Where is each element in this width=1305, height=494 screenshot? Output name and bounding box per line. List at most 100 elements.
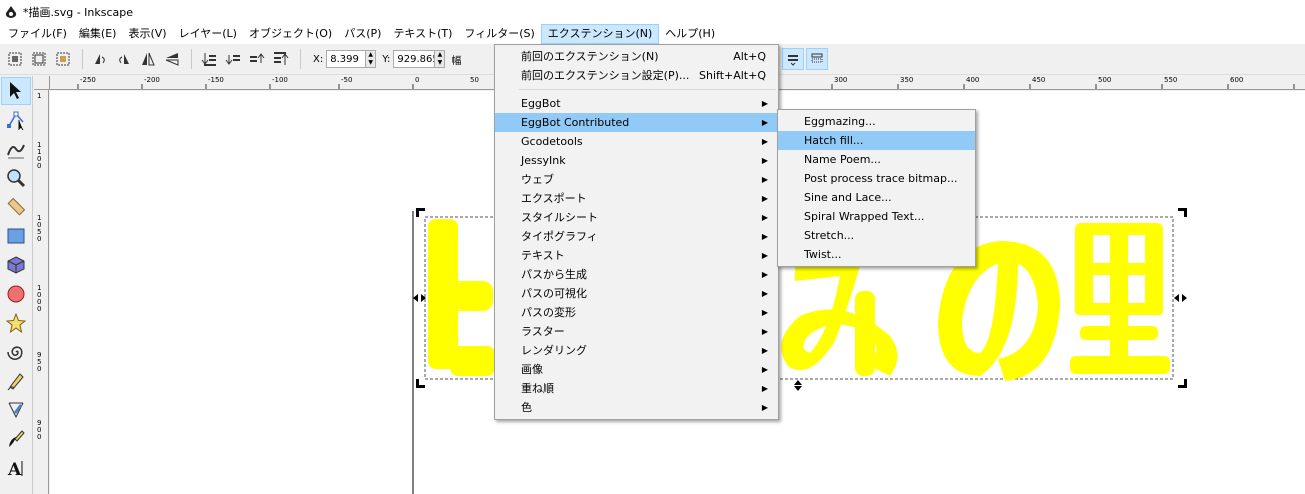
tweak-tool-icon[interactable]	[1, 135, 31, 163]
menu-item-raster[interactable]: ラスター ▶	[495, 322, 778, 341]
menu-item-modify-path[interactable]: パスの変形 ▶	[495, 303, 778, 322]
menu-item-arrange[interactable]: 重ね順 ▶	[495, 379, 778, 398]
x-spin-arrows[interactable]: ▲ ▼	[366, 50, 377, 68]
selector-tool-icon[interactable]	[1, 77, 31, 105]
ellipse-tool-icon[interactable]	[1, 280, 31, 308]
shortcut-label: Shift+Alt+Q	[699, 69, 766, 82]
star-tool-icon[interactable]	[1, 309, 31, 337]
menu-item-label: パスの変形	[521, 306, 576, 319]
menu-item-label: 前回のエクステンション(N)	[521, 50, 659, 63]
svg-text:A: A	[7, 460, 22, 478]
menu-item-visualize-path[interactable]: パスの可視化 ▶	[495, 284, 778, 303]
y-spinbox[interactable]: ▲▼	[393, 49, 446, 69]
menu-help[interactable]: ヘルプ(H)	[659, 24, 721, 44]
y-input[interactable]	[393, 50, 436, 68]
menu-item-eggbot[interactable]: EggBot ▶	[495, 94, 778, 113]
menu-view[interactable]: 表示(V)	[122, 24, 172, 44]
rectangle-tool-icon[interactable]	[1, 222, 31, 250]
menu-file[interactable]: ファイル(F)	[2, 24, 73, 44]
menu-item-eggbot-contributed[interactable]: EggBot Contributed ▶	[495, 113, 778, 132]
menu-layer[interactable]: レイヤー(L)	[173, 24, 243, 44]
menu-item-label: レンダリング	[521, 344, 587, 357]
ruler-label: 9 5 0	[37, 351, 42, 373]
window-title: *描画.svg - Inkscape	[23, 6, 134, 19]
menu-item-gcodetools[interactable]: Gcodetools ▶	[495, 132, 778, 151]
menu-item-generate-from-path[interactable]: パスから生成 ▶	[495, 265, 778, 284]
ruler-corner	[34, 76, 50, 90]
menu-item-eggmazing[interactable]: Eggmazing...	[778, 112, 975, 131]
menu-item-post-process-trace-bitmap[interactable]: Post process trace bitmap...	[778, 169, 975, 188]
pencil-tool-icon[interactable]	[1, 367, 31, 395]
submenu-arrow-icon: ▶	[761, 232, 768, 241]
flip-vertical-icon[interactable]	[161, 48, 183, 70]
toolbox: A	[0, 76, 33, 494]
menu-separator	[519, 89, 776, 90]
deselect-icon[interactable]	[52, 48, 74, 70]
calligraphy-tool-icon[interactable]	[1, 425, 31, 453]
raise-icon[interactable]	[246, 48, 268, 70]
submenu-arrow-icon: ▶	[761, 346, 768, 355]
submenu-arrow-icon: ▶	[761, 365, 768, 374]
node-tool-icon[interactable]	[1, 106, 31, 134]
lower-to-bottom-icon[interactable]	[198, 48, 220, 70]
menu-item-images[interactable]: 画像 ▶	[495, 360, 778, 379]
menu-item-label: スタイルシート	[521, 211, 598, 224]
submenu-arrow-icon: ▶	[761, 251, 768, 260]
select-all-layers-icon[interactable]	[28, 48, 50, 70]
menu-path[interactable]: パス(P)	[338, 24, 387, 44]
raise-to-top-icon[interactable]	[270, 48, 292, 70]
scale-stroke-icon[interactable]	[782, 48, 804, 70]
ruler-label: 400	[966, 76, 980, 84]
submenu-arrow-icon: ▶	[761, 327, 768, 336]
menu-item-jessyink[interactable]: JessyInk ▶	[495, 151, 778, 170]
menu-item-export[interactable]: エクスポート ▶	[495, 189, 778, 208]
x-input[interactable]	[326, 50, 367, 68]
menu-item-label: エクスポート	[521, 192, 587, 205]
x-spinbox[interactable]: ▲▼	[326, 49, 377, 69]
menu-item-previous-extension[interactable]: 前回のエクステンション(N) Alt+Q	[495, 47, 778, 66]
menu-item-previous-extension-settings[interactable]: 前回のエクステンション設定(P)... Shift+Alt+Q	[495, 66, 778, 85]
rotate-ccw-icon[interactable]	[89, 48, 111, 70]
menu-item-render[interactable]: レンダリング ▶	[495, 341, 778, 360]
scale-corners-icon[interactable]	[806, 48, 828, 70]
select-all-icon[interactable]	[4, 48, 26, 70]
ruler-label: -100	[272, 76, 288, 84]
ruler-vertical[interactable]: 1 1 1 0 0 1 0 5 0 1 0 0 0 9 5 0 9 0 0	[34, 90, 49, 494]
menu-item-stylesheet[interactable]: スタイルシート ▶	[495, 208, 778, 227]
lower-icon[interactable]	[222, 48, 244, 70]
menu-item-name-poem[interactable]: Name Poem...	[778, 150, 975, 169]
ruler-label: 500	[1098, 76, 1112, 84]
rotate-cw-icon[interactable]	[113, 48, 135, 70]
ruler-label: 9 0 0	[37, 419, 42, 441]
menu-item-spiral-wrapped-text[interactable]: Spiral Wrapped Text...	[778, 207, 975, 226]
flip-horizontal-icon[interactable]	[137, 48, 159, 70]
menu-item-web[interactable]: ウェブ ▶	[495, 170, 778, 189]
measure-tool-icon[interactable]	[1, 193, 31, 221]
menu-extensions[interactable]: エクステンション(N)	[540, 24, 660, 44]
ruler-label: 0	[415, 76, 420, 84]
menu-item-stretch[interactable]: Stretch...	[778, 226, 975, 245]
spiral-tool-icon[interactable]	[1, 338, 31, 366]
zoom-tool-icon[interactable]	[1, 164, 31, 192]
submenu-arrow-icon: ▶	[761, 137, 768, 146]
menu-item-typography[interactable]: タイポグラフィ ▶	[495, 227, 778, 246]
toolbar-separator	[191, 49, 192, 69]
extensions-menu: 前回のエクステンション(N) Alt+Q 前回のエクステンション設定(P)...…	[494, 44, 779, 420]
menu-item-label: パスの可視化	[521, 287, 587, 300]
menu-object[interactable]: オブジェクト(O)	[243, 24, 338, 44]
menu-text[interactable]: テキスト(T)	[387, 24, 458, 44]
menu-item-text[interactable]: テキスト ▶	[495, 246, 778, 265]
menu-edit[interactable]: 編集(E)	[73, 24, 123, 44]
3d-box-tool-icon[interactable]	[1, 251, 31, 279]
pen-tool-icon[interactable]	[1, 396, 31, 424]
ruler-label: 1 0 0 0	[37, 284, 42, 313]
menu-item-sine-and-lace[interactable]: Sine and Lace...	[778, 188, 975, 207]
menu-item-twist[interactable]: Twist...	[778, 245, 975, 264]
menu-filters[interactable]: フィルター(S)	[458, 24, 540, 44]
y-spin-arrows[interactable]: ▲ ▼	[435, 50, 446, 68]
menu-item-color[interactable]: 色 ▶	[495, 398, 778, 417]
text-tool-icon[interactable]: A	[1, 454, 31, 482]
menu-item-label: ラスター	[521, 325, 565, 338]
menu-item-label: EggBot	[521, 97, 561, 110]
menu-item-hatch-fill[interactable]: Hatch fill...	[778, 131, 975, 150]
